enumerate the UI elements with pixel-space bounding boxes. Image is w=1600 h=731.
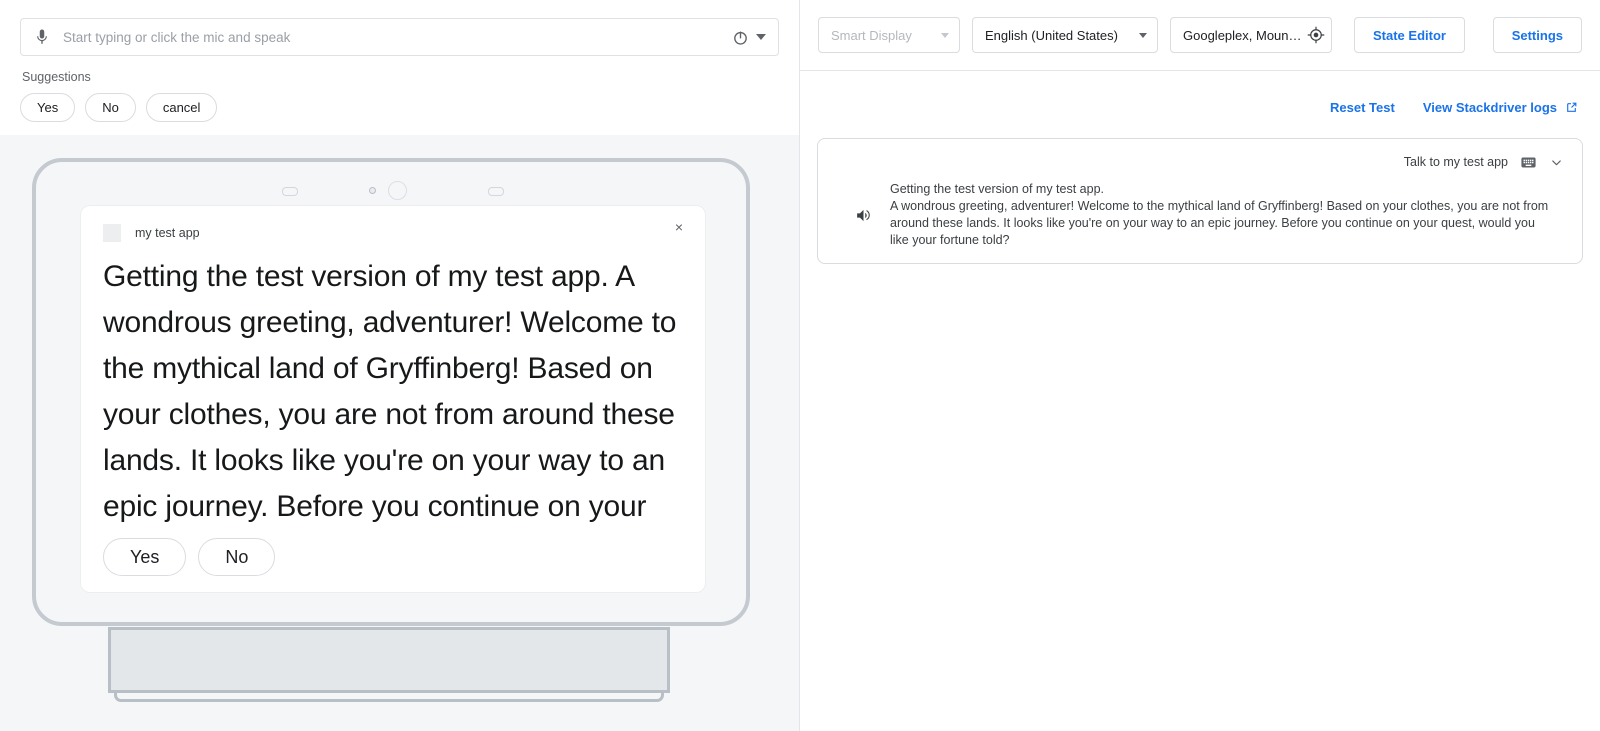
device-stand-foot	[114, 693, 664, 702]
device-app-header: my test app ×	[81, 206, 705, 242]
device-response-text: Getting the test version of my test app.…	[103, 254, 683, 524]
query-searchbar[interactable]	[20, 18, 779, 56]
location-select-value: Googleplex, Mountain ...	[1183, 28, 1305, 43]
power-circle-icon[interactable]	[731, 28, 750, 47]
suggestion-chip-yes[interactable]: Yes	[20, 93, 75, 122]
response-line-1: Getting the test version of my test app.	[890, 181, 1554, 198]
app-logo-icon	[103, 224, 121, 242]
keyboard-icon	[1520, 154, 1537, 171]
external-link-icon	[1565, 101, 1578, 114]
settings-button[interactable]: Settings	[1493, 17, 1582, 53]
response-card-body: Getting the test version of my test app.…	[836, 181, 1564, 249]
conversation-response-card: Talk to my test app	[817, 138, 1583, 264]
chevron-down-icon[interactable]	[1549, 155, 1564, 170]
response-header-label: Talk to my test app	[1404, 155, 1508, 169]
reset-test-link[interactable]: Reset Test	[1330, 100, 1395, 115]
location-select[interactable]: Googleplex, Mountain ...	[1170, 17, 1332, 53]
suggestion-chip-cancel[interactable]: cancel	[146, 93, 218, 122]
close-icon[interactable]: ×	[675, 220, 683, 234]
suggestions-label: Suggestions	[22, 70, 779, 84]
device-screen: my test app × Getting the test version o…	[80, 205, 706, 593]
simulator-right-pane: Smart Display English (United States) Go…	[800, 0, 1600, 731]
surface-select-value: Smart Display	[831, 28, 923, 43]
language-select-value: English (United States)	[985, 28, 1121, 43]
device-stand-neck	[108, 627, 670, 693]
location-crosshair-icon[interactable]	[1307, 26, 1325, 44]
device-app-title: my test app	[135, 226, 200, 240]
response-text-block: Getting the test version of my test app.…	[890, 181, 1564, 249]
speaker-grille-right-icon	[488, 187, 504, 196]
language-select[interactable]: English (United States)	[972, 17, 1158, 53]
input-section: Suggestions Yes No cancel	[0, 0, 799, 135]
response-card-header: Talk to my test app	[836, 151, 1564, 173]
device-preview-stage: my test app × Getting the test version o…	[0, 135, 799, 731]
smart-display-device: my test app × Getting the test version o…	[32, 158, 750, 626]
reset-test-label: Reset Test	[1330, 100, 1395, 115]
device-screen-body: Getting the test version of my test app.…	[81, 254, 705, 524]
response-line-2: A wondrous greeting, adventurer! Welcome…	[890, 198, 1554, 249]
chevron-down-icon[interactable]	[756, 34, 766, 40]
simulator-left-pane: Suggestions Yes No cancel my test	[0, 0, 800, 731]
device-suggestion-chips: Yes No	[103, 538, 275, 576]
camera-lens-icon	[388, 181, 407, 200]
view-stackdriver-logs-link[interactable]: View Stackdriver logs	[1423, 100, 1578, 115]
ambient-sensor-icon	[369, 187, 376, 194]
suggestion-chip-no[interactable]: No	[85, 93, 136, 122]
chevron-down-icon	[1139, 33, 1147, 38]
stackdriver-label: View Stackdriver logs	[1423, 100, 1557, 115]
searchbar-right-controls	[731, 28, 768, 47]
speaker-icon	[855, 207, 872, 224]
device-bezel-top	[36, 180, 746, 202]
device-chip-no[interactable]: No	[198, 538, 275, 576]
device-chip-yes[interactable]: Yes	[103, 538, 186, 576]
state-editor-button[interactable]: State Editor	[1354, 17, 1465, 53]
assistant-simulator-page: Suggestions Yes No cancel my test	[0, 0, 1600, 731]
surface-select[interactable]: Smart Display	[818, 17, 960, 53]
suggestion-chip-list: Yes No cancel	[20, 93, 779, 122]
search-input[interactable]	[61, 18, 731, 56]
mic-icon[interactable]	[33, 28, 51, 46]
simulator-toolbar: Smart Display English (United States) Go…	[800, 0, 1600, 71]
test-action-links: Reset Test View Stackdriver logs	[800, 71, 1600, 121]
speaker-grille-left-icon	[282, 187, 298, 196]
chevron-down-icon	[941, 33, 949, 38]
audio-playback-control[interactable]	[836, 181, 890, 249]
